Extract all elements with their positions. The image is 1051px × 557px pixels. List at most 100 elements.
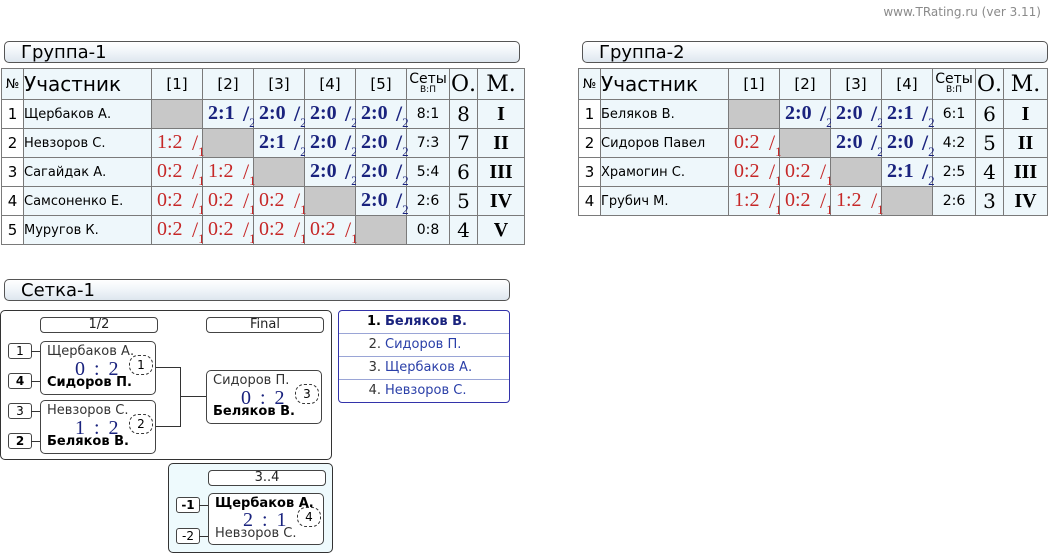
seed-loser-2: -2 (176, 528, 200, 544)
place-value: V (477, 215, 525, 245)
score-suffix: /2 (396, 130, 409, 159)
match-score-cell[interactable]: 2:1/2 (202, 99, 256, 130)
place-value: III (477, 157, 525, 187)
score-value: 2:1 (887, 160, 914, 182)
match-score-cell[interactable]: 2:0/2 (253, 99, 307, 130)
row-number: 3 (1, 157, 24, 187)
group1-header-num: № (1, 68, 24, 100)
standing-name: Беляков В. (385, 314, 467, 329)
match-score-cell[interactable]: 0:2/1 (202, 186, 256, 217)
group2-header-row: № Участник [1] [2] [3] [4] Сеты В:П О. М. (578, 68, 1048, 100)
match-score-cell[interactable]: 0:2/1 (151, 215, 205, 246)
participant-name[interactable]: Щербаков А. (23, 99, 152, 129)
match-3-number: 3 (295, 384, 319, 404)
group2-row: 1 Беляков В. 2:0/2 2:0/2 2:1/2 6:1 6 I (578, 99, 1048, 130)
group1-header-col-3: [3] (253, 68, 305, 100)
group2-table: № Участник [1] [2] [3] [4] Сеты В:П О. М. 1 Беляко… (578, 68, 1048, 217)
site-credit: www.TRating.ru (ver 3.11) (883, 5, 1041, 19)
match-score-cell[interactable]: 0:2/1 (151, 157, 205, 188)
row-number: 5 (1, 215, 24, 245)
score-value: 0:2 (259, 189, 285, 211)
match-score-cell[interactable]: 0:2/1 (151, 186, 205, 217)
sets-value: 7:3 (406, 128, 450, 158)
match-4-third-place[interactable]: Щербаков А. 2 : 1 4 Невзоров С. (208, 493, 324, 545)
match-score-cell[interactable]: 0:2/1 (779, 186, 833, 217)
score-suffix: /2 (396, 101, 409, 130)
match-score-cell[interactable]: 0:2/1 (728, 157, 782, 188)
match-score-cell[interactable]: 2:0/2 (355, 186, 409, 217)
participant-name[interactable]: Муругов К. (23, 215, 152, 245)
match-score-cell[interactable]: 0:2/1 (728, 128, 782, 159)
group2-header-sets-sub: В:П (946, 85, 962, 95)
match-score-cell[interactable]: 2:0/2 (355, 99, 409, 130)
score-value: 1:2 (208, 160, 234, 182)
score-value: 2:0 (259, 102, 286, 124)
standing-name: Сидоров П. (385, 337, 462, 352)
match-3-player2: Беляков В. (213, 404, 295, 419)
match-score-cell[interactable]: 0:2/1 (253, 215, 307, 246)
score-value: 0:2 (785, 189, 811, 211)
match-score-cell[interactable]: 2:1/2 (881, 157, 935, 188)
self-cell (304, 186, 356, 216)
standing-item[interactable]: 2. Сидоров П. (339, 334, 509, 357)
standing-item[interactable]: 3. Щербаков А. (339, 357, 509, 380)
standing-item[interactable]: 1. Беляков В. (339, 311, 509, 334)
match-score-cell[interactable]: 2:1/2 (253, 128, 307, 159)
seed-1: 1 (8, 343, 32, 359)
place-value: II (477, 128, 525, 158)
match-score-cell[interactable]: 2:0/2 (830, 128, 884, 159)
match-score-cell[interactable]: 0:2/1 (304, 215, 358, 246)
match-score-cell[interactable]: 2:0/2 (304, 157, 358, 188)
group1-table: № Участник [1] [2] [3] [4] [5] Сеты В:П О. М. 1 Щер… (1, 68, 525, 246)
match-score-cell[interactable]: 2:1/2 (881, 99, 935, 130)
standing-rank: 3. (368, 360, 381, 375)
match-score-cell[interactable]: 0:2/1 (202, 215, 256, 246)
match-score-cell[interactable]: 1:2/1 (151, 128, 205, 159)
match-score-cell[interactable]: 1:2/1 (830, 186, 884, 217)
points-value: 4 (449, 215, 478, 245)
group2-header-place: М. (1003, 68, 1048, 100)
match-3-final[interactable]: Сидоров П. 0 : 2 3 Беляков В. (206, 370, 322, 424)
match-score-cell[interactable]: 2:0/2 (304, 99, 358, 130)
points-value: 4 (975, 157, 1004, 187)
match-1[interactable]: Щербаков А. 0 : 2 1 Сидоров П. (40, 341, 156, 395)
score-suffix-digit: 2 (928, 173, 935, 188)
points-value: 3 (975, 186, 1004, 216)
group1-header-name: Участник (23, 68, 152, 100)
match-score-cell[interactable]: 1:2/1 (202, 157, 256, 188)
participant-name[interactable]: Сагайдак А. (23, 157, 152, 187)
match-score-cell[interactable]: 0:2/1 (779, 157, 833, 188)
participant-name[interactable]: Сидоров Павел (600, 128, 729, 158)
match-score-cell[interactable]: 1:2/1 (728, 186, 782, 217)
group2-header-col-2: [2] (779, 68, 831, 100)
match-score-cell[interactable]: 2:0/2 (355, 157, 409, 188)
score-value: 2:0 (361, 189, 388, 211)
participant-name[interactable]: Храмогин С. (600, 157, 729, 187)
standing-item[interactable]: 4. Невзоров С. (339, 380, 509, 402)
sets-value: 2:6 (406, 186, 450, 216)
score-suffix: /2 (922, 159, 935, 188)
match-score-cell[interactable]: 2:0/2 (304, 128, 358, 159)
points-value: 7 (449, 128, 478, 158)
bracket-connector (156, 426, 180, 427)
match-score-cell[interactable]: 0:2/1 (253, 186, 307, 217)
score-value: 2:0 (785, 102, 812, 124)
group1-row: 4 Самсоненко Е. 0:2/1 0:2/1 0:2/1 2:0/2 2:6 5 IV (1, 186, 525, 217)
score-value: 2:0 (361, 102, 388, 124)
participant-name[interactable]: Самсоненко Е. (23, 186, 152, 216)
sets-value: 0:8 (406, 215, 450, 245)
participant-name[interactable]: Грубич М. (600, 186, 729, 216)
match-score-cell[interactable]: 2:0/2 (830, 99, 884, 130)
participant-name[interactable]: Беляков В. (600, 99, 729, 129)
sets-value: 6:1 (932, 99, 976, 129)
match-score-cell[interactable]: 2:0/2 (779, 99, 833, 130)
participant-name[interactable]: Невзоров С. (23, 128, 152, 158)
match-1-number: 1 (129, 355, 153, 375)
match-2[interactable]: Невзоров С. 1 : 2 2 Беляков В. (40, 400, 156, 454)
group2-row: 3 Храмогин С. 0:2/1 0:2/1 2:1/2 2:5 4 III (578, 157, 1048, 188)
match-score-cell[interactable]: 2:0/2 (881, 128, 935, 159)
match-2-player2: Беляков В. (47, 434, 129, 449)
score-value: 0:2 (310, 218, 336, 240)
group2-header-col-3: [3] (830, 68, 882, 100)
match-score-cell[interactable]: 2:0/2 (355, 128, 409, 159)
